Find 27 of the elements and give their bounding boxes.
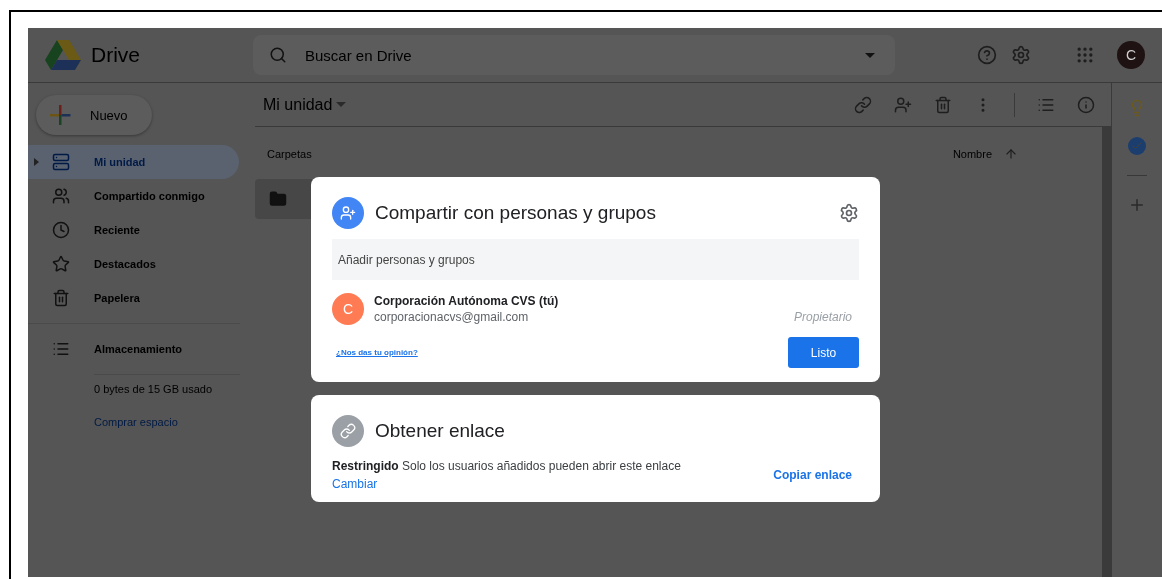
- nav-item[interactable]: Destacados: [28, 247, 239, 281]
- copy-link-button[interactable]: Copiar enlace: [773, 468, 859, 482]
- access-description: Restringido Solo los usuarios añadidos pueden abrir este enlace: [332, 459, 681, 473]
- person-avatar: C: [332, 293, 364, 325]
- new-button[interactable]: Nuevo: [36, 95, 152, 135]
- person-email: corporacionacvs@gmail.com: [374, 310, 530, 324]
- change-link[interactable]: Cambiar: [332, 477, 681, 491]
- nav-item[interactable]: Mi unidad: [28, 145, 239, 179]
- role-label: Propietario: [793, 310, 853, 324]
- nav-item[interactable]: Reciente: [28, 213, 239, 247]
- done-button[interactable]: Listo: [788, 337, 859, 368]
- search-field[interactable]: Buscar en Drive: [253, 35, 895, 75]
- nav-item[interactable]: Papelera: [28, 281, 239, 315]
- feedback-link[interactable]: ¿Nos das tu opinión?: [336, 348, 418, 357]
- app-name: Drive: [91, 43, 140, 67]
- dialog-title: Compartir con personas y grupos: [375, 202, 656, 224]
- sort-label[interactable]: Nombre: [952, 148, 992, 160]
- dialog-title: Obtener enlace: [375, 420, 505, 442]
- add-people-field[interactable]: Añadir personas y grupos: [332, 239, 859, 280]
- person-name: Corporación Autónoma CVS (tú): [374, 294, 559, 308]
- nav-item[interactable]: Compartido conmigo: [28, 179, 239, 213]
- account-avatar[interactable]: C: [1117, 41, 1145, 69]
- section-heading: Carpetas: [267, 148, 312, 160]
- storage-usage: 0 bytes de 15 GB usado: [94, 383, 214, 395]
- folder-title[interactable]: Mi unidad: [263, 95, 347, 114]
- buy-storage-link[interactable]: Comprar espacio: [94, 416, 240, 428]
- storage-item[interactable]: Almacenamiento: [28, 332, 239, 366]
